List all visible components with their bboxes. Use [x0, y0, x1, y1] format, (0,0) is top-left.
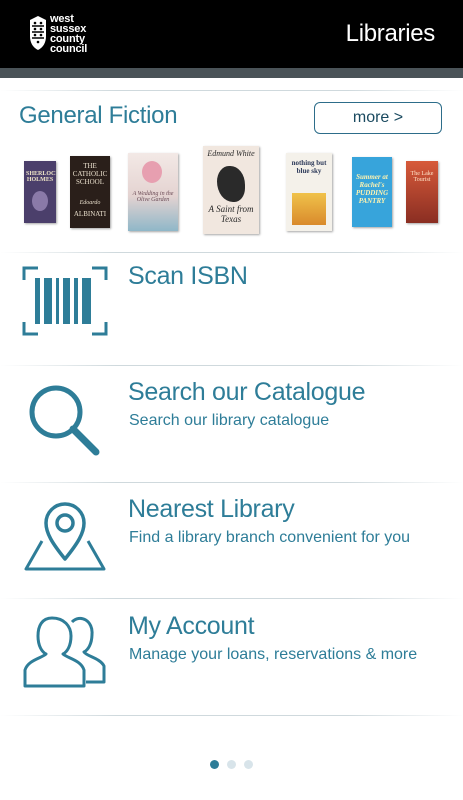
- header-strip: [0, 68, 463, 78]
- menu-item-subtitle: Manage your loans, reservations & more: [129, 646, 418, 663]
- map-pin-icon: [24, 502, 106, 571]
- menu-item-my-account[interactable]: My Account Manage your loans, reservatio…: [0, 612, 463, 712]
- menu-item-nearest-library[interactable]: Nearest Library Find a library branch co…: [0, 495, 463, 595]
- book-cover[interactable]: The Lake Tourist: [406, 161, 438, 223]
- divider: [0, 598, 463, 599]
- divider: [0, 90, 463, 91]
- menu-item-title: Search our Catalogue: [128, 378, 366, 406]
- users-icon: [23, 616, 106, 688]
- page-dot[interactable]: [210, 760, 219, 769]
- more-button[interactable]: more >: [314, 102, 442, 134]
- book-cover[interactable]: nothing but blue sky: [286, 153, 332, 231]
- divider: [0, 715, 463, 716]
- menu-item-title: My Account: [128, 612, 255, 640]
- divider: [0, 252, 463, 253]
- divider: [0, 482, 463, 483]
- book-carousel[interactable]: SHERLOCK HOLMES THE CATHOLIC SCHOOL Edoa…: [0, 145, 463, 235]
- council-logo: west sussex county council: [28, 12, 90, 56]
- book-cover[interactable]: Summer at Rachel's PUDDING PANTRY: [352, 157, 392, 227]
- menu-item-scan-isbn[interactable]: Scan ISBN: [0, 262, 463, 362]
- council-logo-text: west sussex county council: [50, 13, 88, 55]
- book-cover[interactable]: THE CATHOLIC SCHOOL Edoardo ALBINATI: [70, 156, 110, 228]
- page-indicator: [0, 756, 463, 769]
- search-icon: [29, 385, 100, 456]
- book-cover[interactable]: Edmund White A Saint from Texas: [203, 146, 259, 234]
- section-title: General Fiction: [19, 102, 178, 129]
- divider: [0, 365, 463, 366]
- menu-item-title: Scan ISBN: [128, 262, 248, 290]
- app-title: Libraries: [345, 20, 436, 47]
- menu-item-title: Nearest Library: [128, 495, 295, 523]
- book-cover[interactable]: A Wedding in the Olive Garden: [128, 153, 178, 231]
- book-cover[interactable]: SHERLOCK HOLMES: [24, 161, 56, 223]
- menu-item-search-catalogue[interactable]: Search our Catalogue Search our library …: [0, 378, 463, 478]
- barcode-icon: [22, 266, 108, 336]
- menu-item-subtitle: Search our library catalogue: [129, 412, 330, 429]
- crest-icon: [30, 16, 46, 50]
- menu-item-subtitle: Find a library branch convenient for you: [129, 529, 411, 546]
- app-header: west sussex county council Libraries: [0, 0, 463, 68]
- page-dot[interactable]: [244, 760, 253, 769]
- page-dot[interactable]: [227, 760, 236, 769]
